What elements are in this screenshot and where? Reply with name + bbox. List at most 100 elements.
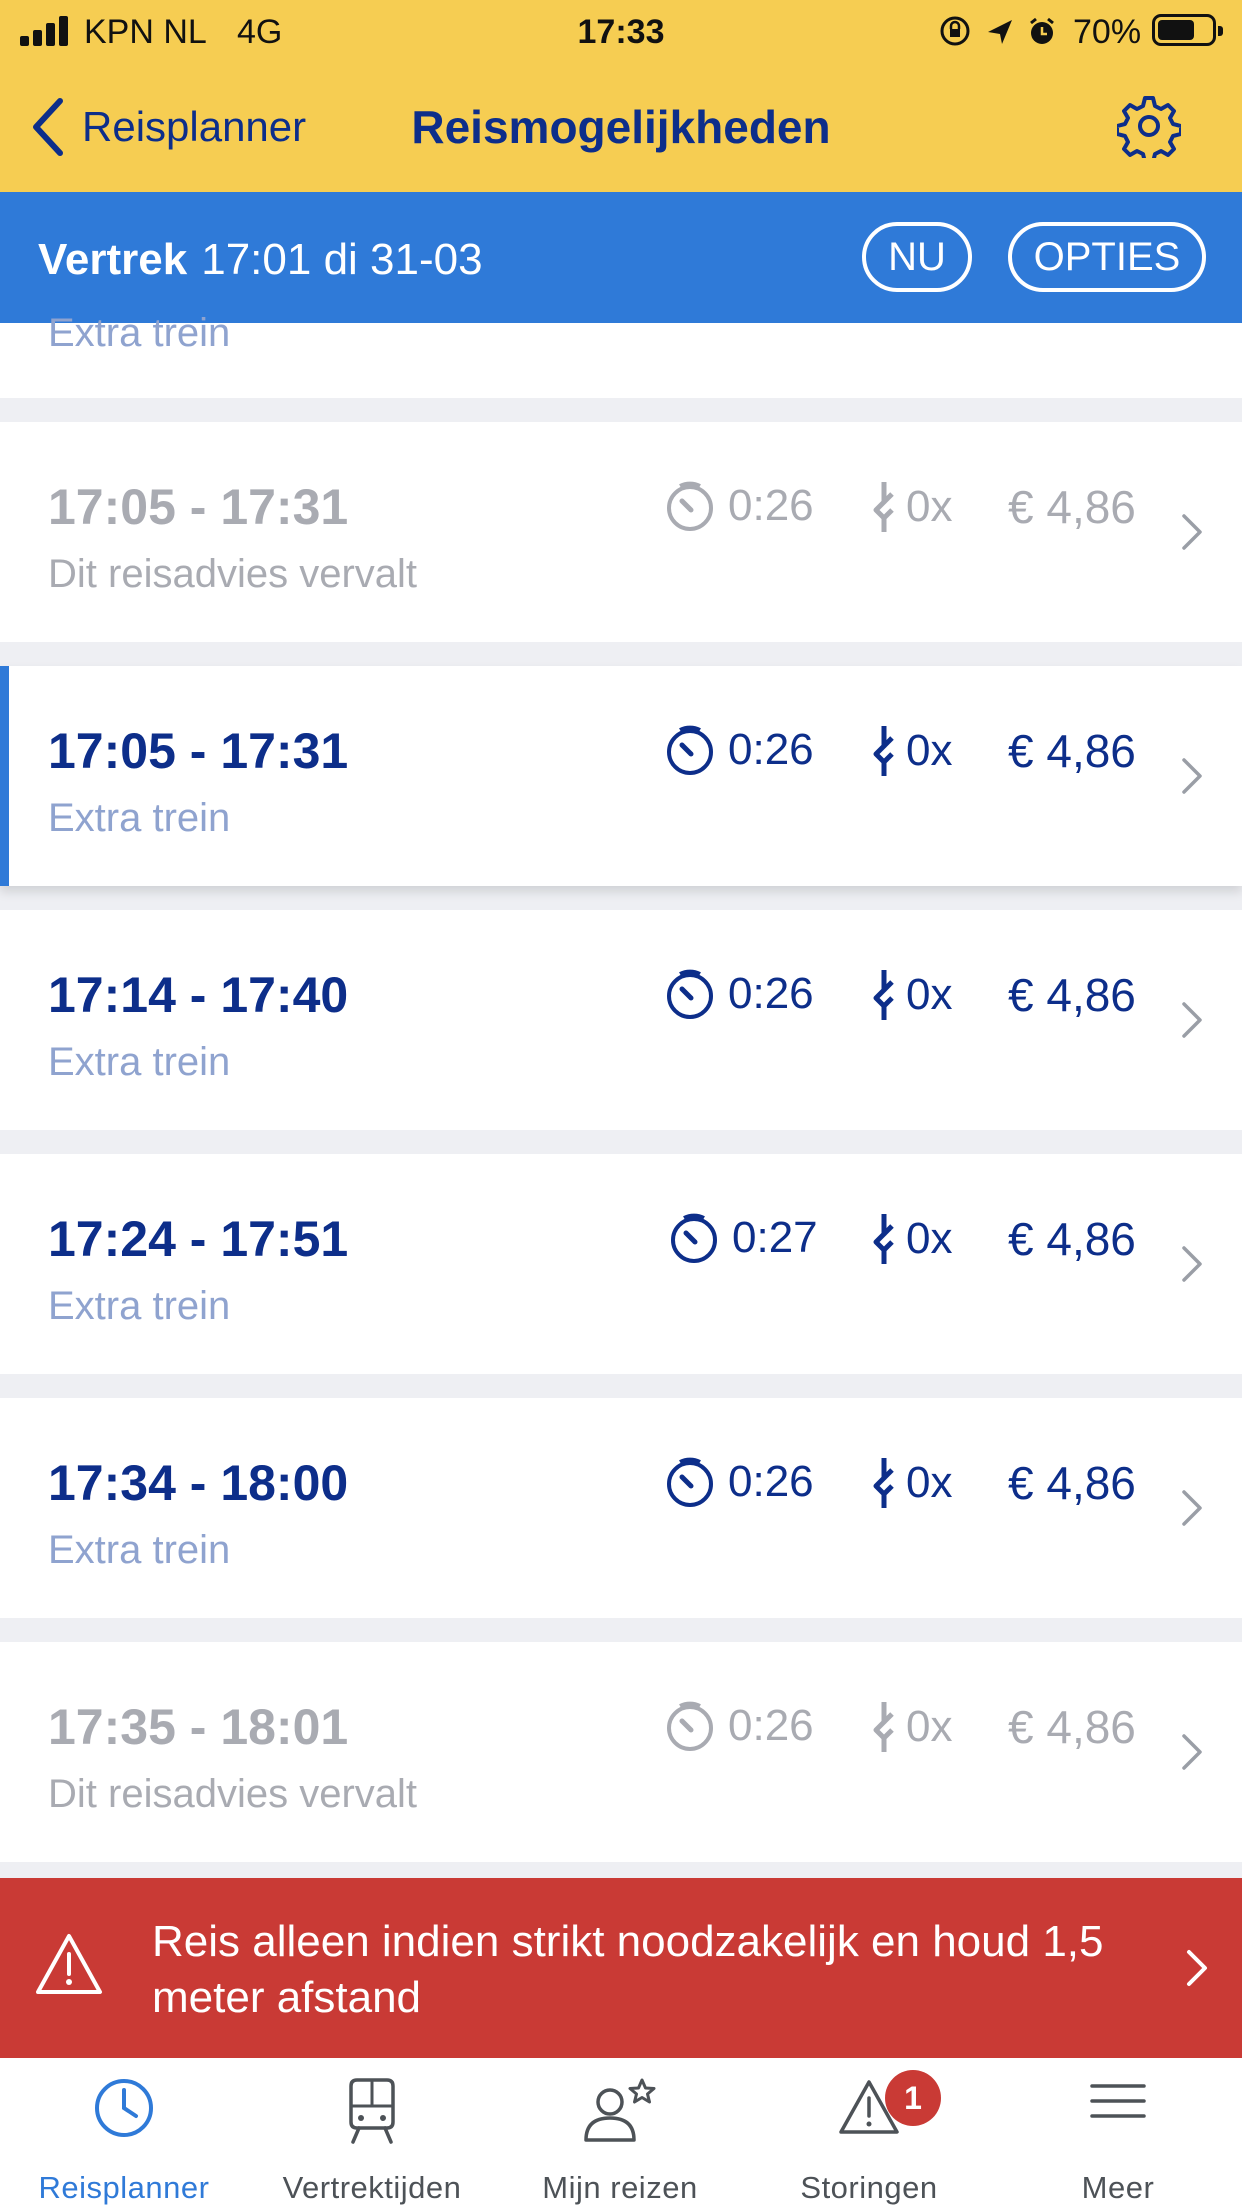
trip-price: € 4,86 [1008,1701,1136,1753]
trip-times: 17:24 - 17:51 [48,1211,349,1267]
battery-percent: 70% [1073,13,1142,51]
tab-label: Storingen [800,2170,938,2205]
gear-icon[interactable] [1117,94,1181,158]
duration-value: 0:27 [732,1213,818,1262]
trip-transfers: 0x [870,480,952,534]
top-bar: KPN NL 4G 17:33 70% Reisplanner Reismoge… [0,0,1242,192]
timer-icon [667,1701,713,1751]
travel-advisory-banner[interactable]: Reis alleen indien strikt noodzakelijk e… [0,1878,1242,2058]
tab-label: Meer [1081,2170,1155,2205]
warning-icon [36,1934,102,1994]
departure-value: 17:01 di 31-03 [201,235,483,284]
trip-duration: 0:26 [664,1700,814,1752]
chevron-right-icon [1182,758,1202,794]
tab-bar: Reisplanner Vertrektijden Mijn reizen 1 … [0,2058,1242,2208]
trip-transfers: 0x [870,1700,952,1754]
trip-transfers: 0x [870,1456,952,1510]
trip-times: 17:05 - 17:31 [48,723,349,779]
trip-price: € 4,86 [1008,1213,1136,1265]
transfers-value: 0x [906,1214,953,1263]
tab-meer[interactable]: Meer [994,2058,1242,2208]
tab-label: Mijn reizen [542,2170,698,2205]
transfers-value: 0x [906,1702,953,1751]
trip-duration: 0:26 [664,724,814,776]
tab-mijn-reizen[interactable]: Mijn reizen [496,2058,744,2208]
status-icons [940,16,1054,46]
location-icon [988,20,1012,44]
duration-value: 0:26 [728,969,814,1018]
navigation-bar: Reisplanner Reismogelijkheden [0,62,1242,192]
list-item-partial[interactable]: Extra trein [0,311,1242,398]
trip-subtitle: Dit reisadvies vervalt [48,552,418,596]
transfer-icon [873,1702,894,1752]
trip-row[interactable]: 17:05 - 17:31 Dit reisadvies vervalt 0:2… [0,422,1242,642]
transfers-value: 0x [906,726,953,775]
departure-info[interactable]: Vertrek 17:01 di 31-03 [38,235,483,285]
transfers-value: 0x [906,970,953,1019]
status-bar: KPN NL 4G 17:33 70% [0,0,1242,62]
trip-row[interactable]: 17:35 - 18:01 Dit reisadvies vervalt 0:2… [0,1642,1242,1862]
transfer-icon [873,970,894,1020]
timer-icon [667,481,713,531]
chevron-right-icon [1182,1490,1202,1526]
duration-value: 0:26 [728,481,814,530]
trip-duration: 0:27 [668,1212,818,1264]
notification-badge: 1 [885,2070,941,2126]
duration-value: 0:26 [728,725,814,774]
tab-vertrektijden[interactable]: Vertrektijden [248,2058,496,2208]
transfers-value: 0x [906,482,953,531]
chevron-right-icon [1187,1950,1207,1986]
tab-label: Vertrektijden [282,2170,462,2205]
trip-subtitle: Extra trein [48,1040,231,1084]
now-button[interactable]: NU [862,222,972,292]
departure-filter-bar: Vertrek 17:01 di 31-03 NU OPTIES [0,192,1242,323]
trip-subtitle: Dit reisadvies vervalt [48,1772,418,1816]
transfer-icon [873,726,894,776]
trip-row[interactable]: 17:14 - 17:40 Extra trein 0:26 0x € 4,86 [0,910,1242,1130]
screen: KPN NL 4G 17:33 70% Reisplanner Reismoge… [0,0,1242,2208]
chevron-right-icon [1182,514,1202,550]
transfer-icon [873,1458,894,1508]
trip-price: € 4,86 [1008,969,1136,1021]
advisory-message: Reis alleen indien strikt noodzakelijk e… [152,1917,1104,2022]
trip-duration: 0:26 [664,1456,814,1508]
options-button[interactable]: OPTIES [1008,222,1206,292]
tab-reisplanner[interactable]: Reisplanner [0,2058,248,2208]
trip-subtitle: Extra trein [48,796,231,840]
trip-transfers: 0x [870,724,952,778]
trip-price: € 4,86 [1008,1457,1136,1509]
departure-label: Vertrek [38,235,188,284]
trip-row[interactable]: 17:34 - 18:00 Extra trein 0:26 0x € 4,86 [0,1398,1242,1618]
trip-row[interactable]: 17:05 - 17:31 Extra trein 0:26 0x € 4,86 [0,666,1242,886]
chevron-right-icon [1182,1002,1202,1038]
tab-label: Reisplanner [38,2170,210,2205]
duration-value: 0:26 [728,1457,814,1506]
tab-storingen[interactable]: 1 Storingen [745,2058,993,2208]
trip-price: € 4,86 [1008,725,1136,777]
trip-duration: 0:26 [664,480,814,532]
battery-icon [1152,14,1223,46]
trip-transfers: 0x [870,1212,952,1266]
timer-icon [667,725,713,775]
trip-transfers: 0x [870,968,952,1022]
trip-subtitle: Extra trein [48,1284,231,1328]
person-star-icon [584,2078,656,2142]
timer-icon [667,1457,713,1507]
trip-times: 17:34 - 18:00 [48,1455,349,1511]
trip-times: 17:05 - 17:31 [48,479,349,535]
transfer-icon [873,1214,894,1264]
timer-icon [667,969,713,1019]
trip-price: € 4,86 [1008,481,1136,533]
transfer-icon [873,482,894,532]
alarm-icon [1030,17,1054,44]
page-title: Reismogelijkheden [411,101,831,153]
train-icon [349,2078,395,2144]
trip-duration: 0:26 [664,968,814,1020]
menu-icon [1090,2084,1146,2118]
trip-row[interactable]: 17:24 - 17:51 Extra trein 0:27 0x € 4,86 [0,1154,1242,1374]
duration-value: 0:26 [728,1701,814,1750]
trip-times: 17:35 - 18:01 [48,1699,349,1755]
rotation-lock-icon [940,16,970,46]
clock-icon [95,2079,153,2137]
transfers-value: 0x [906,1458,953,1507]
